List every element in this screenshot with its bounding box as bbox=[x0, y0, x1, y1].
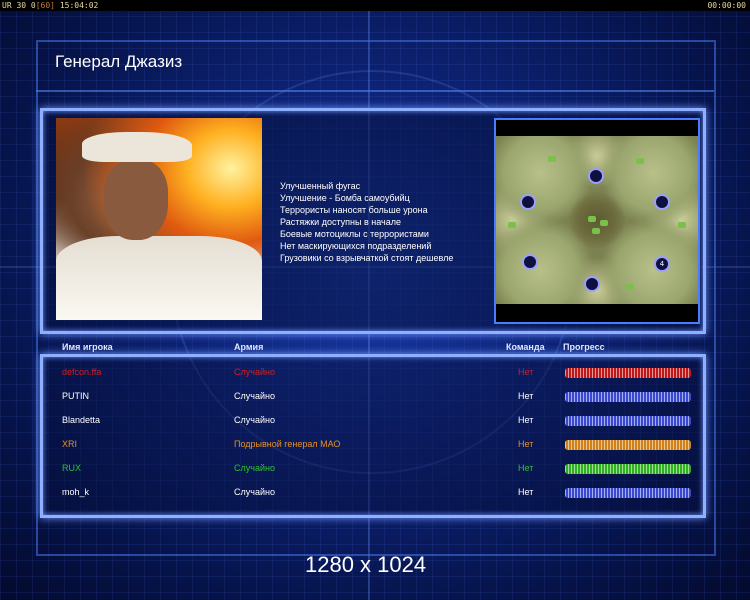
column-header-team: Команда bbox=[506, 342, 545, 352]
resolution-label: 1280 x 1024 bbox=[305, 552, 427, 577]
progress-bar bbox=[565, 464, 691, 474]
player-army: Случайно bbox=[234, 463, 275, 473]
status-fps: [60] bbox=[35, 1, 55, 10]
start-position-marker bbox=[522, 254, 538, 270]
player-name: RUX bbox=[62, 463, 82, 473]
supply-cluster bbox=[636, 158, 644, 164]
trait-item: Улучшенный фугас bbox=[280, 181, 361, 191]
status-timer: 00:00:00 bbox=[707, 1, 746, 10]
player-team: Нет bbox=[518, 391, 534, 401]
progress-bar-fill bbox=[565, 440, 691, 450]
start-position-marker bbox=[520, 194, 536, 210]
start-position-marker bbox=[654, 194, 670, 210]
player-army: Случайно bbox=[234, 415, 275, 425]
trait-item: Нет маскирующихся подразделений bbox=[280, 241, 432, 251]
player-row: PUTIN Случайно Нет bbox=[0, 387, 750, 407]
column-header-army: Армия bbox=[234, 342, 264, 352]
progress-bar-fill bbox=[565, 392, 691, 402]
column-header-progress: Прогресс bbox=[563, 342, 605, 352]
player-team: Нет bbox=[518, 367, 534, 377]
player-row: moh_k Случайно Нет bbox=[0, 483, 750, 503]
player-army: Случайно bbox=[234, 367, 275, 377]
trait-item: Боевые мотоциклы с террористами bbox=[280, 229, 429, 239]
player-row: defcon.ffa Случайно Нет bbox=[0, 363, 750, 383]
portrait-headwrap bbox=[82, 132, 192, 162]
trait-item: Террористы наносят больше урона bbox=[280, 205, 428, 215]
supply-cluster bbox=[588, 216, 596, 222]
general-portrait bbox=[56, 118, 262, 320]
player-team: Нет bbox=[518, 463, 534, 473]
player-team: Нет bbox=[518, 415, 534, 425]
column-header-player: Имя игрока bbox=[62, 342, 113, 352]
supply-cluster bbox=[548, 156, 556, 162]
progress-bar bbox=[565, 392, 691, 402]
title-divider bbox=[36, 90, 714, 92]
page-title: Генерал Джазиз bbox=[55, 52, 183, 71]
portrait-face bbox=[104, 160, 168, 240]
status-clock: 15:04:02 bbox=[59, 1, 99, 10]
progress-bar bbox=[565, 416, 691, 426]
player-row: RUX Случайно Нет bbox=[0, 459, 750, 479]
progress-bar bbox=[565, 440, 691, 450]
progress-bar-fill bbox=[565, 416, 691, 426]
general-traits-list: Улучшенный фугас Улучшение - Бомба самоу… bbox=[280, 180, 453, 264]
player-name: XRI bbox=[62, 439, 78, 449]
progress-bar-fill bbox=[565, 464, 691, 474]
minimap: 4 bbox=[494, 118, 700, 324]
supply-cluster bbox=[592, 228, 600, 234]
supply-cluster bbox=[600, 220, 608, 226]
player-army: Подрывной генерал МАО bbox=[234, 439, 341, 449]
start-position-marker bbox=[584, 276, 600, 292]
status-mode: UR 30 0 bbox=[2, 1, 36, 10]
supply-cluster bbox=[678, 222, 686, 228]
trait-item: Растяжки доступны в начале bbox=[280, 217, 401, 227]
player-name: PUTIN bbox=[62, 391, 89, 401]
status-bar: UR 30 0[60] 15:04:02 00:00:00 bbox=[0, 0, 750, 11]
start-position-marker bbox=[588, 168, 604, 184]
progress-bar bbox=[565, 488, 691, 498]
player-army: Случайно bbox=[234, 391, 275, 401]
player-row: Blandetta Случайно Нет bbox=[0, 411, 750, 431]
minimap-terrain: 4 bbox=[496, 136, 698, 304]
player-name: moh_k bbox=[62, 487, 90, 497]
player-name: defcon.ffa bbox=[62, 367, 102, 377]
start-position-marker: 4 bbox=[654, 256, 670, 272]
status-left: UR 30 0[60] 15:04:02 bbox=[2, 0, 98, 11]
portrait-robe bbox=[56, 236, 262, 320]
player-team: Нет bbox=[518, 487, 534, 497]
player-row: XRI Подрывной генерал МАО Нет bbox=[0, 435, 750, 455]
progress-bar-fill bbox=[565, 488, 691, 498]
trait-item: Улучшение - Бомба самоубийц bbox=[280, 193, 410, 203]
player-team: Нет bbox=[518, 439, 534, 449]
player-name: Blandetta bbox=[62, 415, 101, 425]
supply-cluster bbox=[626, 284, 634, 290]
progress-bar bbox=[565, 368, 691, 378]
supply-cluster bbox=[508, 222, 516, 228]
trait-item: Грузовики со взрывчаткой стоят дешевле bbox=[280, 253, 454, 263]
progress-bar-fill bbox=[565, 368, 691, 378]
player-army: Случайно bbox=[234, 487, 275, 497]
